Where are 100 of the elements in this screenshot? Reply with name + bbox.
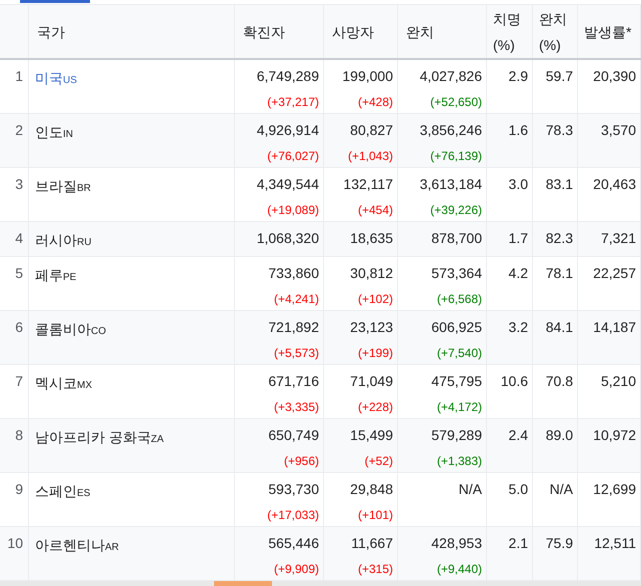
- scrollbar-thumb[interactable]: [214, 581, 272, 586]
- table-cell: 132,117: [343, 175, 393, 193]
- table-cell: 83.1: [546, 175, 573, 193]
- table-cell: 4,349,544: [256, 175, 319, 193]
- column-header[interactable]: 확진자: [243, 18, 285, 44]
- table-cell: 10,972: [593, 426, 636, 444]
- table-cell: 2.9: [508, 67, 528, 85]
- table-cell: 11,667: [351, 534, 393, 552]
- column-header[interactable]: 치명 (%): [493, 6, 532, 58]
- table-cell: 1,068,320: [256, 229, 319, 247]
- rank-number: 1: [15, 67, 23, 86]
- table-cell: 4,027,826: [420, 67, 482, 85]
- change-value: (+3,335): [274, 399, 319, 415]
- rank-number: 2: [15, 121, 23, 140]
- country-name: 브라질BR: [35, 178, 91, 194]
- table-cell: 18,635: [350, 229, 393, 247]
- change-value: (+6,568): [436, 291, 482, 307]
- change-value: (+7,540): [436, 345, 482, 361]
- table-cell: 3,613,184: [420, 175, 482, 193]
- table-cell: 78.1: [546, 264, 573, 282]
- country-name: 콜롬비아CO: [35, 321, 106, 337]
- change-value: (+5,573): [274, 345, 319, 361]
- change-value: (+199): [358, 345, 393, 361]
- rank-number: 9: [15, 480, 23, 499]
- table-cell: 71,049: [350, 372, 393, 390]
- table-cell: 6,749,289: [256, 67, 319, 85]
- table-cell: 4,926,914: [256, 121, 319, 139]
- change-value: (+102): [358, 291, 393, 307]
- table-cell: 22,257: [593, 264, 636, 282]
- table-cell: 14,187: [593, 318, 636, 336]
- table-cell: 80,827: [350, 121, 393, 139]
- table-cell: 593,730: [268, 480, 319, 498]
- table-cell: N/A: [550, 480, 573, 498]
- change-value: (+9,440): [436, 561, 482, 577]
- table-cell: 70.8: [546, 372, 573, 390]
- table-cell: 12,511: [594, 534, 636, 552]
- table-cell: 475,795: [431, 372, 482, 390]
- table-cell: 733,860: [268, 264, 319, 282]
- table-cell: 3,856,246: [420, 121, 482, 139]
- table-cell: 1.6: [508, 121, 528, 139]
- change-value: (+315): [358, 561, 393, 577]
- change-value: (+454): [358, 202, 393, 218]
- country-name: 페루PE: [35, 267, 76, 283]
- table-cell: 1.7: [508, 229, 528, 247]
- change-value: (+52,650): [430, 94, 482, 110]
- rank-number: 3: [15, 175, 23, 194]
- country-name: 스페인ES: [35, 483, 90, 499]
- change-value: (+428): [358, 94, 393, 110]
- change-value: (+4,172): [436, 399, 482, 415]
- rank-number: 5: [15, 264, 23, 283]
- table-cell: 5.0: [508, 480, 528, 498]
- rank-number: 6: [15, 318, 23, 337]
- table-cell: 20,463: [593, 175, 636, 193]
- tab-indicator: [20, 0, 90, 3]
- column-header[interactable]: 완치 (%): [539, 6, 577, 58]
- table-cell: 606,925: [431, 318, 482, 336]
- table-cell: 12,699: [593, 480, 636, 498]
- column-header[interactable]: 국가: [37, 18, 65, 44]
- column-header[interactable]: 사망자: [332, 18, 374, 44]
- table-cell: 4.2: [508, 264, 528, 282]
- country-name: 아르헨티나AR: [35, 537, 119, 553]
- change-value: (+1,383): [436, 453, 482, 469]
- rank-number: 8: [15, 426, 23, 445]
- table-cell: 20,390: [593, 67, 636, 85]
- table-cell: 82.3: [546, 229, 573, 247]
- table-cell: 2.1: [508, 534, 528, 552]
- change-value: (+19,089): [267, 202, 319, 218]
- table-cell: N/A: [458, 480, 482, 498]
- table-cell: 5,210: [600, 372, 636, 390]
- table-cell: 10.6: [500, 372, 528, 390]
- table-cell: 29,848: [350, 480, 393, 498]
- table-cell: 428,953: [431, 534, 482, 552]
- table-cell: 3,570: [600, 121, 636, 139]
- table-cell: 23,123: [350, 318, 393, 336]
- rank-number: 7: [15, 372, 23, 391]
- change-value: (+228): [358, 399, 393, 415]
- change-value: (+1,043): [348, 148, 393, 164]
- table-cell: 84.1: [546, 318, 573, 336]
- country-name: 인도IN: [35, 124, 73, 140]
- table-cell: 3.2: [508, 318, 528, 336]
- rank-number: 10: [7, 534, 23, 553]
- horizontal-scrollbar[interactable]: [0, 581, 641, 586]
- table-cell: 565,446: [268, 534, 319, 552]
- table-cell: 3.0: [508, 175, 528, 193]
- table-cell: 579,289: [431, 426, 482, 444]
- country-link[interactable]: 미국US: [35, 70, 77, 86]
- table-cell: 89.0: [546, 426, 573, 444]
- table-cell: 7,321: [600, 229, 636, 247]
- column-header[interactable]: 발생률*: [584, 18, 632, 44]
- table-cell: 2.4: [508, 426, 528, 444]
- change-value: (+4,241): [274, 291, 319, 307]
- country-name: 멕시코MX: [35, 375, 92, 391]
- change-value: (+9,909): [274, 561, 319, 577]
- table-cell: 75.9: [546, 534, 573, 552]
- table-cell: 30,812: [350, 264, 393, 282]
- table-cell: 59.7: [546, 67, 573, 85]
- table-cell: 78.3: [546, 121, 573, 139]
- table-cell: 573,364: [431, 264, 482, 282]
- column-header[interactable]: 완치: [406, 18, 434, 44]
- change-value: (+52): [364, 453, 393, 469]
